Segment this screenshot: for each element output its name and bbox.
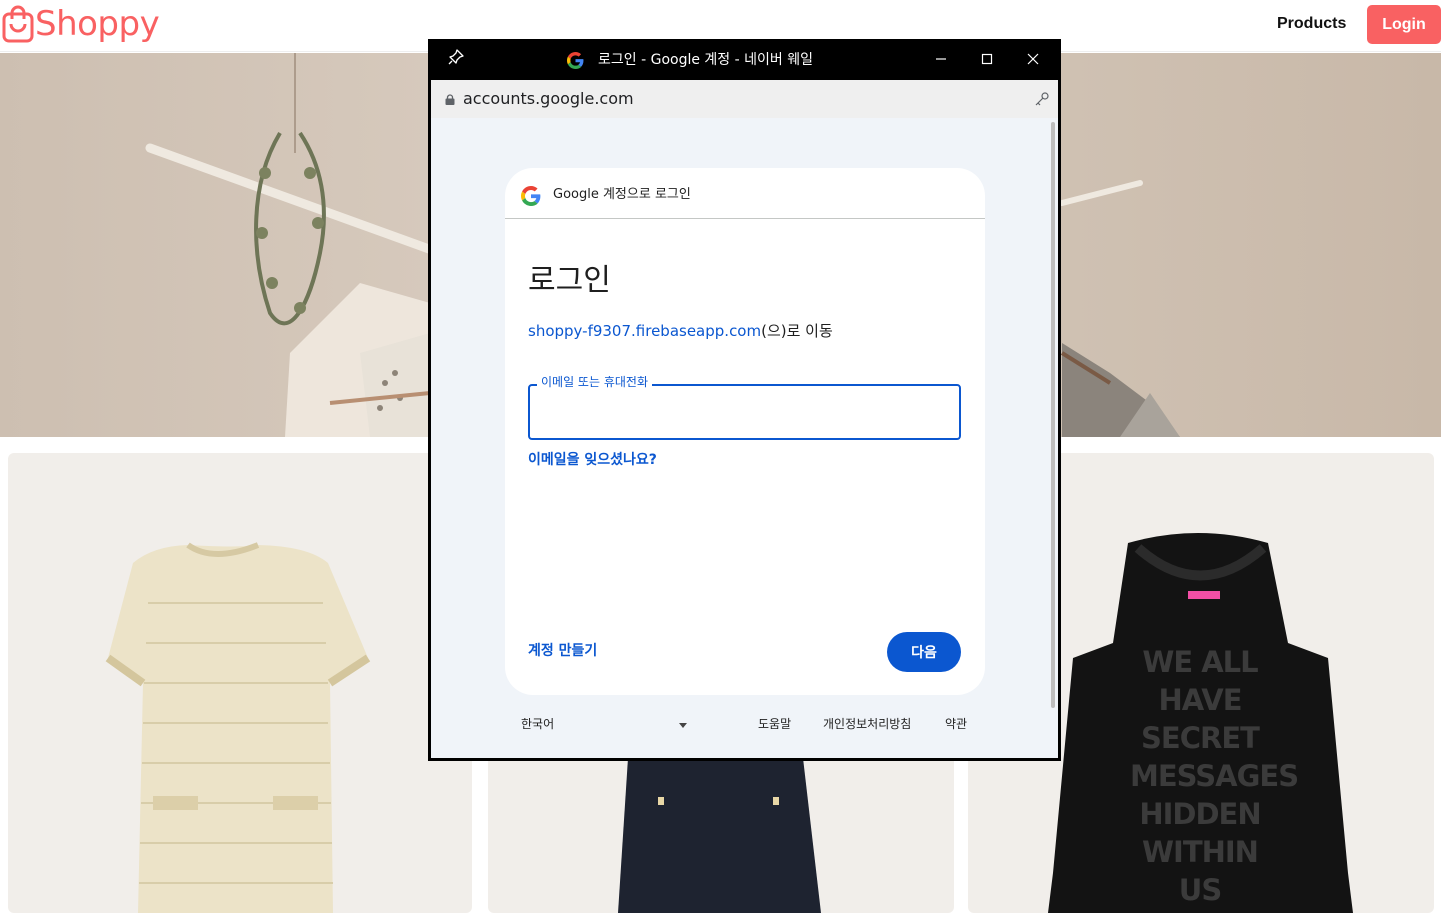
signin-card-header: Google 계정으로 로그인 [505,168,985,219]
signin-title: 로그인 [528,263,611,298]
hoodie-print-text: WE ALL HAVE SECRET MESSAGES HIDDEN WITHI… [1130,645,1299,907]
google-g-icon [567,52,584,69]
pin-icon[interactable] [448,49,464,65]
popup-titlebar[interactable]: 로그인 - Google 계정 - 네이버 웨일 [431,39,1058,80]
google-g-icon [521,186,541,206]
email-field-label: 이메일 또는 휴대전화 [537,374,652,390]
nav-products-link[interactable]: Products [1277,13,1346,35]
card-header-text: Google 계정으로 로그인 [553,187,691,202]
address-bar[interactable]: accounts.google.com [431,80,1058,118]
close-icon[interactable] [1023,49,1043,69]
shopping-bag-icon [2,5,34,43]
email-input[interactable] [530,386,959,438]
terms-link[interactable]: 약관 [945,716,967,732]
email-field-box [528,384,961,440]
tweed-dress-photo [105,542,371,913]
shoppy-logo[interactable]: Shoppy [2,4,160,44]
next-button[interactable]: 다음 [887,632,961,672]
login-popup-window: 로그인 - Google 계정 - 네이버 웨일 accounts.google… [428,39,1061,761]
url-text: accounts.google.com [463,89,634,108]
forgot-email-link[interactable]: 이메일을 잊으셨나요? [528,450,657,470]
popup-content: Google 계정으로 로그인 로그인 shoppy-f9307.firebas… [431,118,1058,758]
language-select[interactable]: 한국어 [521,716,554,732]
popup-window-title: 로그인 - Google 계정 - 네이버 웨일 [598,52,813,68]
chevron-down-icon[interactable] [679,723,687,728]
continue-to-text: shoppy-f9307.firebaseapp.com(으)로 이동 [528,320,833,342]
lock-icon [445,94,455,105]
create-account-link[interactable]: 계정 만들기 [528,641,597,661]
logo-text: Shoppy [35,4,160,44]
signin-card: Google 계정으로 로그인 로그인 shoppy-f9307.firebas… [505,168,985,695]
continue-domain-link[interactable]: shoppy-f9307.firebaseapp.com [528,322,761,340]
minimize-icon[interactable] [931,49,951,69]
product-card[interactable] [8,453,472,913]
maximize-icon[interactable] [977,49,997,69]
login-button[interactable]: Login [1367,5,1441,44]
continue-suffix: (으)로 이동 [761,322,833,340]
privacy-link[interactable]: 개인정보처리방침 [823,716,911,732]
key-icon[interactable] [1034,91,1050,107]
scrollbar[interactable] [1051,122,1055,708]
help-link[interactable]: 도움말 [758,716,791,732]
